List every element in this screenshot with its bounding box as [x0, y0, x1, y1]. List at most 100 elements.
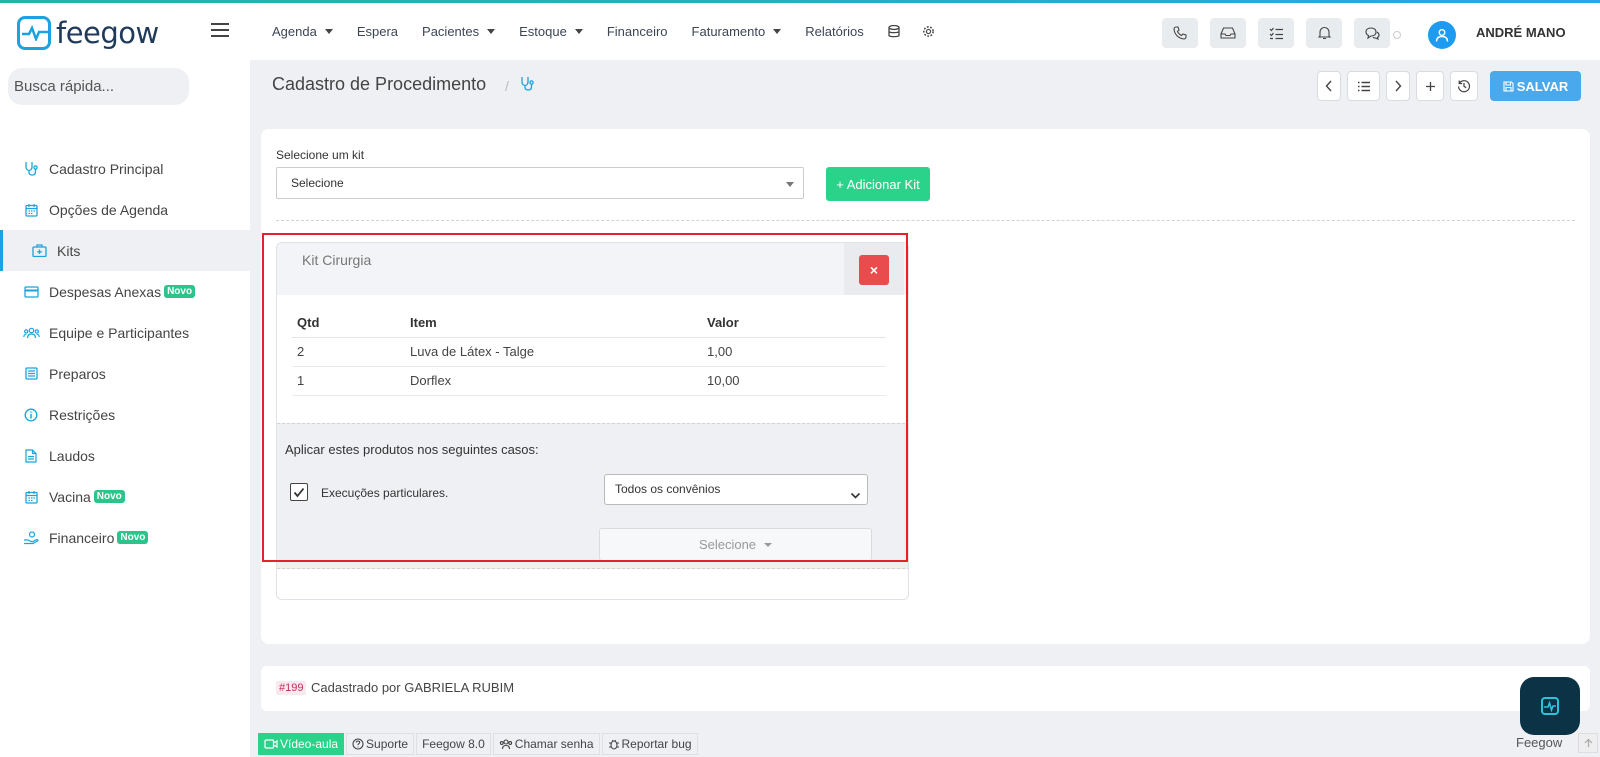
- nav-label: Estoque: [519, 24, 567, 39]
- save-icon: [1503, 80, 1514, 92]
- help-widget-button[interactable]: [1520, 677, 1580, 735]
- inbox-icon[interactable]: [1210, 18, 1246, 48]
- history-button[interactable]: [1450, 71, 1478, 101]
- report-bug-button[interactable]: Reportar bug: [601, 733, 698, 755]
- nav-label: Agenda: [272, 24, 317, 39]
- nav-label: Relatórios: [805, 24, 864, 39]
- scroll-top-button[interactable]: [1578, 733, 1598, 753]
- nav-label: Pacientes: [422, 24, 480, 39]
- nav-faturamento[interactable]: Faturamento: [692, 24, 782, 39]
- stethoscope-icon: [520, 76, 534, 94]
- sidebar-item-label: Restrições: [49, 406, 116, 423]
- hand-money-icon: [22, 530, 40, 545]
- sidebar-item-despesas-anexas[interactable]: Despesas Anexas Novo: [0, 271, 250, 312]
- nav-financeiro[interactable]: Financeiro: [607, 24, 668, 39]
- checklist-icon[interactable]: [1258, 18, 1294, 48]
- call-ticket-label: Chamar senha: [514, 737, 594, 751]
- logo-text: feegow: [56, 16, 159, 50]
- logo[interactable]: feegow: [17, 16, 159, 50]
- next-record-button[interactable]: [1386, 71, 1410, 101]
- new-badge: Novo: [117, 531, 149, 544]
- video-tutorial-button[interactable]: Vídeo-aula: [258, 733, 345, 755]
- file-icon: [22, 448, 40, 463]
- app-header: feegow Agenda Espera Pacientes Estoque F…: [0, 3, 1600, 60]
- report-bug-label: Reportar bug: [621, 737, 692, 751]
- divider: [276, 220, 1575, 221]
- page-header: Cadastro de Procedimento / SALVAR: [250, 60, 1600, 112]
- sidebar-menu: Cadastro Principal Opções de Agenda Kits…: [0, 148, 250, 558]
- user-name[interactable]: ANDRÉ MANO: [1476, 25, 1566, 40]
- record-toolbar: [1317, 71, 1484, 101]
- nav-pacientes[interactable]: Pacientes: [422, 24, 496, 39]
- add-record-button[interactable]: [1416, 71, 1444, 101]
- status-indicator: [1393, 31, 1401, 39]
- highlight-annotation: [262, 233, 908, 562]
- video-label: Vídeo-aula: [280, 737, 339, 751]
- gear-icon[interactable]: [922, 25, 935, 38]
- phone-icon[interactable]: [1162, 18, 1198, 48]
- caret-down-icon: [324, 29, 333, 34]
- sidebar: Busca rápida... Cadastro Principal Opçõe…: [0, 60, 250, 757]
- save-label: SALVAR: [1516, 78, 1569, 94]
- add-kit-button[interactable]: + Adicionar Kit: [826, 167, 930, 201]
- kit-select[interactable]: Selecione: [276, 167, 804, 199]
- sidebar-item-label: Cadastro Principal: [49, 160, 164, 177]
- database-icon[interactable]: [888, 25, 900, 38]
- medkit-icon: [30, 244, 48, 257]
- info-icon: [22, 408, 40, 422]
- nav-label: Financeiro: [606, 24, 668, 39]
- list-icon: [22, 367, 40, 380]
- bottom-bar: Vídeo-aula Suporte Feegow 8.0 Chamar sen…: [0, 733, 1600, 757]
- nav-relatorios[interactable]: Relatórios: [805, 24, 864, 39]
- users-icon: [22, 327, 40, 339]
- users-icon: [499, 738, 512, 749]
- arrow-up-icon: [1584, 738, 1592, 747]
- sidebar-item-kits[interactable]: Kits: [0, 230, 250, 271]
- top-navigation: Agenda Espera Pacientes Estoque Financei…: [272, 3, 957, 60]
- nav-estoque[interactable]: Estoque: [519, 24, 583, 39]
- sidebar-item-cadastro-principal[interactable]: Cadastro Principal: [0, 148, 250, 189]
- sidebar-item-restricoes[interactable]: Restrições: [0, 394, 250, 435]
- nav-espera[interactable]: Espera: [357, 24, 398, 39]
- caret-down-icon: [773, 29, 782, 34]
- chat-icon[interactable]: [1354, 18, 1390, 48]
- new-badge: Novo: [164, 285, 196, 298]
- record-info-card: #199 Cadastrado por GABRIELA RUBIM: [261, 666, 1590, 711]
- sidebar-item-financeiro[interactable]: Financeiro Novo: [0, 517, 250, 558]
- bell-icon[interactable]: [1306, 18, 1342, 48]
- sidebar-item-label: Equipe e Participantes: [49, 324, 190, 341]
- record-id-badge: #199: [276, 681, 307, 695]
- list-view-button[interactable]: [1347, 71, 1380, 101]
- previous-record-button[interactable]: [1317, 71, 1341, 101]
- video-icon: [264, 739, 278, 749]
- credit-card-icon: [22, 285, 40, 298]
- support-label: Suporte: [366, 737, 409, 751]
- sidebar-item-vacina[interactable]: Vacina Novo: [0, 476, 250, 517]
- new-badge: Novo: [93, 490, 125, 503]
- nav-label: Faturamento: [691, 24, 766, 39]
- sidebar-item-label: Vacina: [49, 488, 91, 505]
- heartbeat-icon: [1541, 697, 1559, 715]
- support-button[interactable]: Suporte: [346, 733, 415, 755]
- sidebar-item-laudos[interactable]: Laudos: [0, 435, 250, 476]
- call-ticket-button[interactable]: Chamar senha: [492, 733, 600, 755]
- nav-label: Espera: [356, 24, 399, 39]
- sidebar-item-label: Financeiro: [49, 529, 115, 546]
- sidebar-item-preparos[interactable]: Preparos: [0, 353, 250, 394]
- bug-icon: [608, 739, 619, 750]
- stethoscope-icon: [22, 161, 40, 176]
- bottom-bar-links: Vídeo-aula Suporte Feegow 8.0 Chamar sen…: [258, 733, 700, 755]
- nav-agenda[interactable]: Agenda: [272, 24, 333, 39]
- question-icon: [352, 738, 364, 750]
- caret-down-icon: [786, 182, 794, 187]
- page-title: Cadastro de Procedimento: [272, 74, 487, 94]
- sidebar-item-equipe[interactable]: Equipe e Participantes: [0, 312, 250, 353]
- sidebar-item-label: Opções de Agenda: [49, 201, 169, 218]
- save-button[interactable]: SALVAR: [1490, 71, 1581, 101]
- menu-toggle-icon[interactable]: [211, 23, 229, 41]
- sidebar-item-opcoes-agenda[interactable]: Opções de Agenda: [0, 189, 250, 230]
- user-avatar-icon[interactable]: [1428, 21, 1456, 49]
- sidebar-item-label: Kits: [57, 242, 81, 259]
- search-input[interactable]: Busca rápida...: [8, 68, 189, 105]
- breadcrumb-separator: /: [505, 78, 509, 94]
